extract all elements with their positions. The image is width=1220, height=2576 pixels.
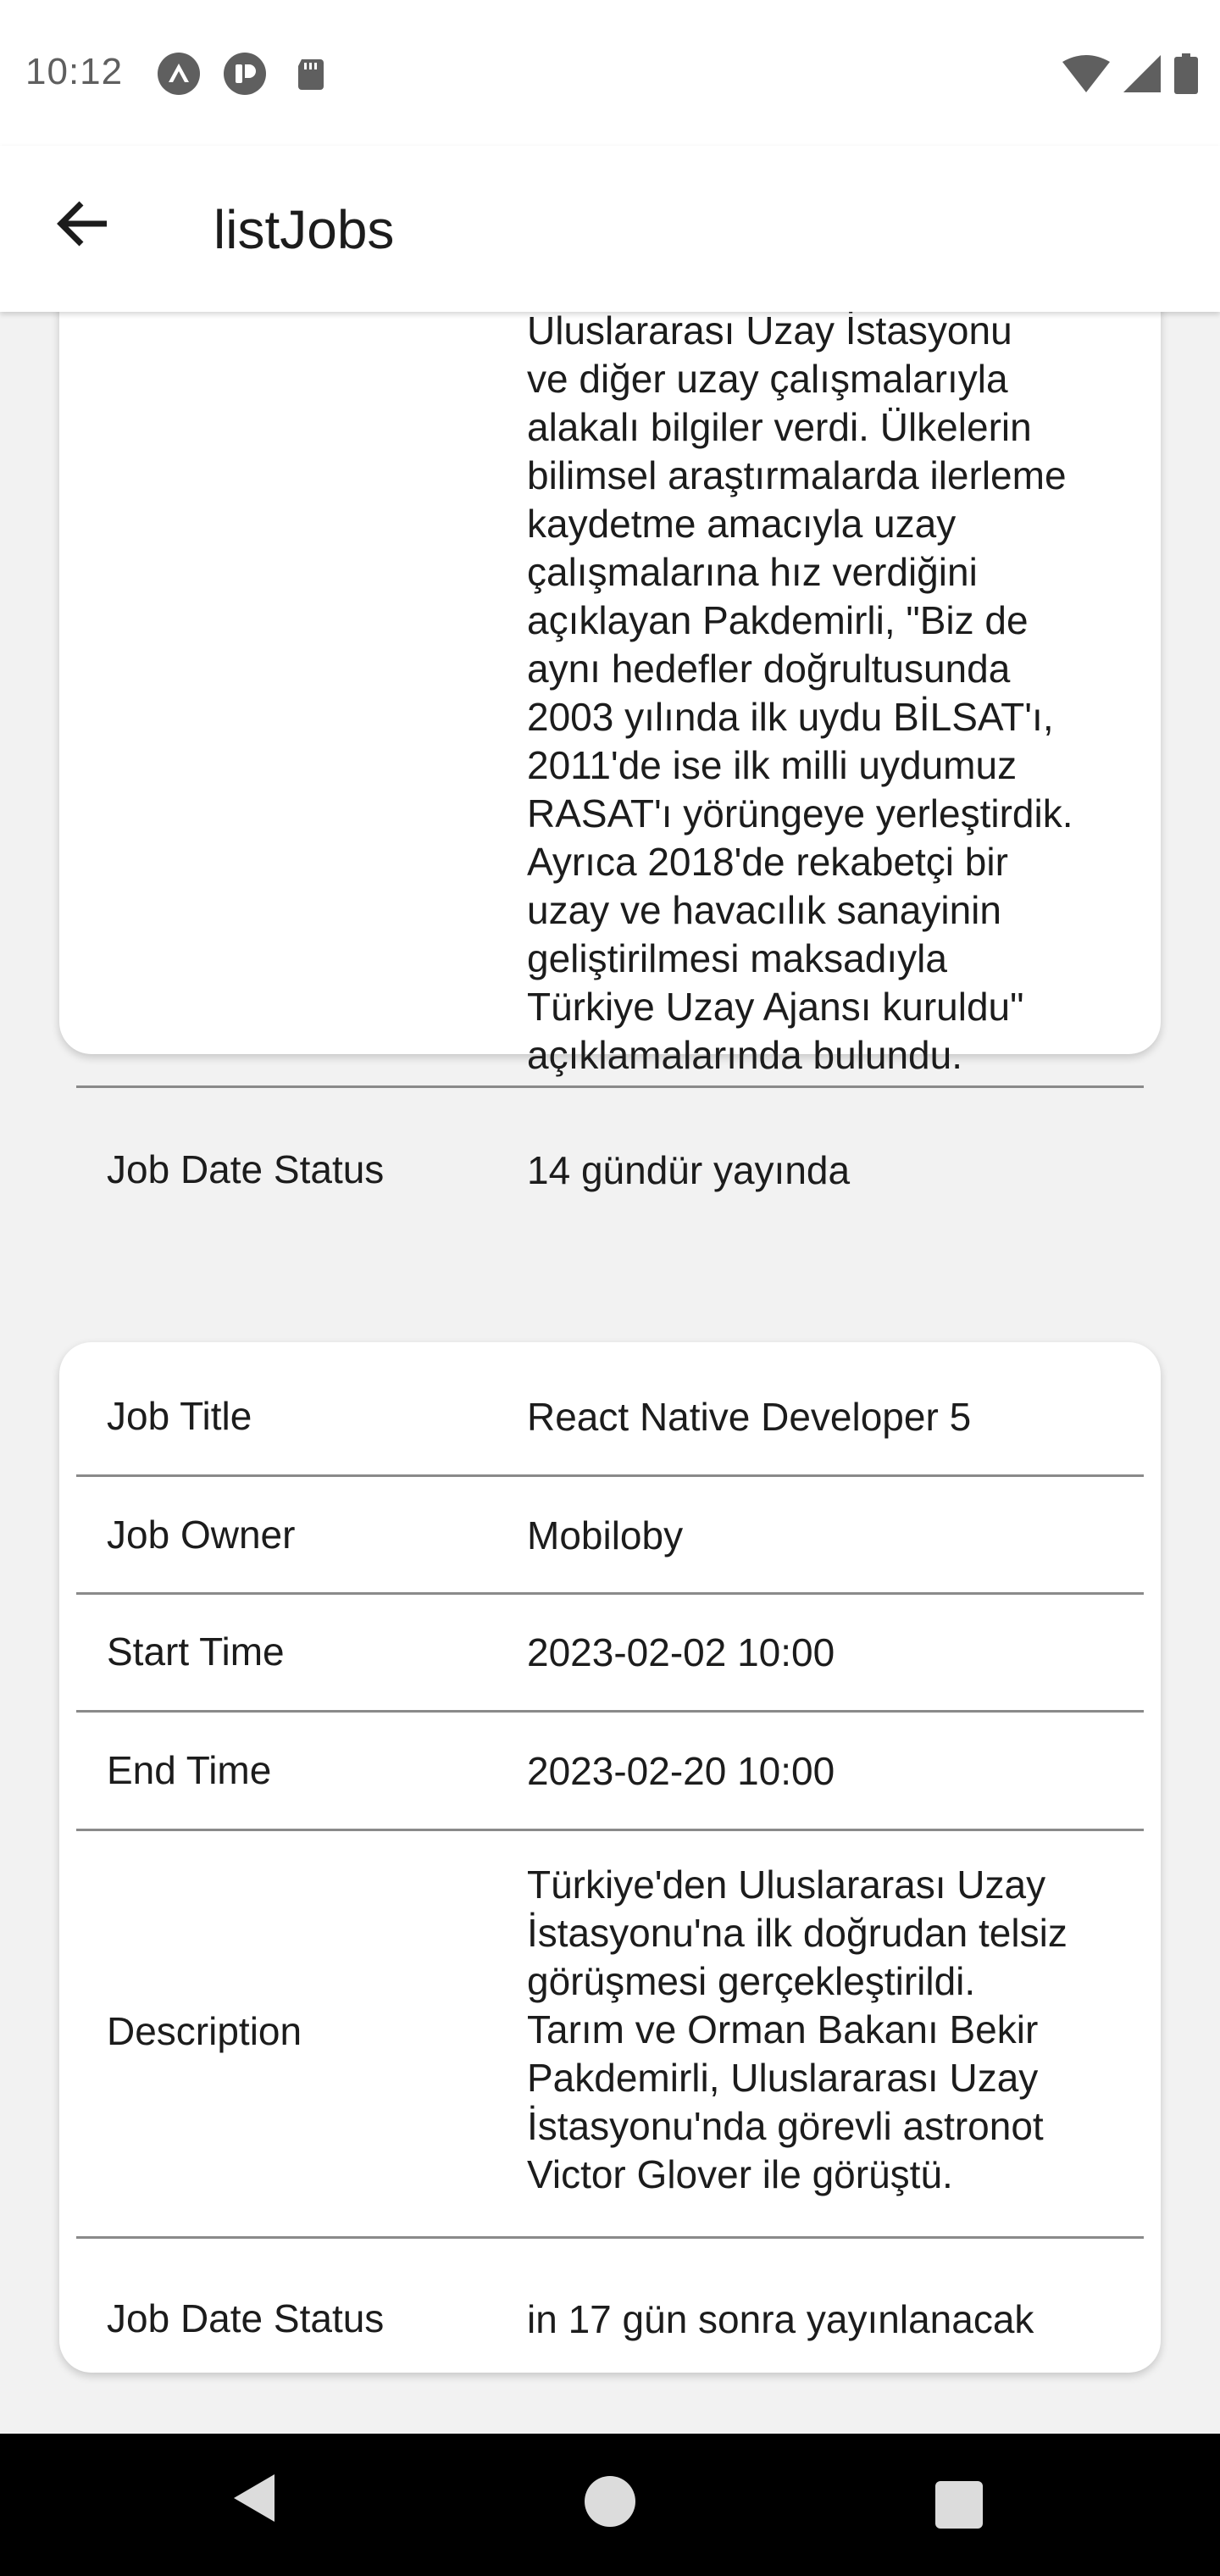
job-title-value: React Native Developer 5	[527, 1395, 972, 1439]
description-line: bilimsel araştırmalarda ilerleme	[527, 453, 1067, 497]
start-time-label: Start Time	[107, 1629, 285, 1674]
wifi-icon	[1062, 55, 1110, 92]
description-value: Uluslararası Uzay İstasyonu ve diğer uza…	[527, 312, 1128, 1080]
back-button[interactable]	[49, 190, 117, 258]
description-line: uzay ve havacılık sanayinin	[527, 888, 1001, 932]
notification-icons	[158, 53, 332, 95]
expo-icon	[158, 53, 200, 95]
divider	[76, 1085, 1144, 1088]
start-time-value: 2023-02-02 10:00	[527, 1630, 835, 1674]
nav-back-icon[interactable]	[230, 2471, 278, 2525]
description-line: Türkiye Uzay Ajansı kuruldu"	[527, 985, 1024, 1029]
description-line: çalışmalarına hız verdiğini	[527, 550, 978, 594]
notification-app-icon	[224, 53, 266, 95]
description-line: İstasyonu'na ilk doğrudan telsiz	[527, 1911, 1068, 1955]
jobs-list[interactable]: Uluslararası Uzay İstasyonu ve diğer uza…	[0, 312, 1220, 2434]
divider	[76, 1474, 1144, 1477]
description-line: görüşmesi gerçekleştirildi.	[527, 1959, 976, 2003]
job-owner-value: Mobiloby	[527, 1513, 684, 1557]
description-line: geliştirilmesi maksadıyla	[527, 936, 947, 980]
sd-card-icon	[298, 59, 324, 90]
status-time: 10:12	[25, 51, 124, 92]
job-date-status-value: 14 gündür yayında	[527, 1148, 851, 1192]
system-icons	[1062, 53, 1198, 95]
description-value: Türkiye'den Uluslararası Uzay İstasyonu'…	[527, 1861, 1128, 2199]
description-line: Ayrıca 2018'de rekabetçi bir	[527, 840, 1008, 884]
app-header: listJobs	[0, 146, 1220, 312]
signal-icon	[1123, 55, 1161, 92]
description-line: aynı hedefler doğrultusunda	[527, 647, 1011, 691]
system-nav-bar	[0, 2434, 1220, 2576]
divider	[76, 1710, 1144, 1713]
back-arrow-icon	[57, 201, 107, 247]
page-title: listJobs	[214, 199, 395, 260]
job-card: Job Title React Native Developer 5 Job O…	[59, 1342, 1161, 2373]
description-line: ve diğer uzay çalışmalarıyla	[527, 357, 1008, 401]
description-line: Pakdemirli, Uluslararası Uzay	[527, 2056, 1039, 2100]
job-date-status-label: Job Date Status	[107, 2296, 385, 2340]
job-date-status-label: Job Date Status	[107, 1147, 385, 1191]
nav-home-icon[interactable]	[585, 2476, 635, 2527]
job-title-label: Job Title	[107, 1394, 252, 1438]
description-label: Description	[107, 2009, 302, 2053]
divider	[76, 1829, 1144, 1831]
description-line: alakalı bilgiler verdi. Ülkelerin	[527, 405, 1032, 449]
end-time-label: End Time	[107, 1748, 272, 1792]
description-line: 2003 yılında ilk uydu BİLSAT'ı,	[527, 695, 1054, 739]
job-card: Uluslararası Uzay İstasyonu ve diğer uza…	[59, 312, 1161, 1192]
description-line: Victor Glover ile görüştü.	[527, 2152, 953, 2196]
status-bar: 10:12	[0, 0, 1220, 146]
description-line: açıklayan Pakdemirli, "Biz de	[527, 598, 1029, 642]
end-time-value: 2023-02-20 10:00	[527, 1749, 835, 1793]
job-date-status-value: in 17 gün sonra yayınlanacak	[527, 2297, 1034, 2341]
job-owner-label: Job Owner	[107, 1513, 296, 1557]
divider	[76, 1592, 1144, 1595]
divider	[76, 2236, 1144, 2239]
nav-recents-icon[interactable]	[935, 2481, 983, 2529]
description-line: Uluslararası Uzay İstasyonu	[527, 312, 1012, 353]
description-line: RASAT'ı yörüngeye yerleştirdik.	[527, 791, 1073, 836]
description-line: Türkiye'den Uluslararası Uzay	[527, 1863, 1046, 1907]
description-line: kaydetme amacıyla uzay	[527, 502, 957, 546]
description-line: 2011'de ise ilk milli uydumuz	[527, 743, 1018, 787]
battery-icon	[1174, 53, 1198, 94]
description-line: İstasyonu'nda görevli astronot	[527, 2104, 1044, 2148]
description-line: açıklamalarında bulundu.	[527, 1033, 962, 1077]
description-line: Tarım ve Orman Bakanı Bekir	[527, 2007, 1039, 2051]
